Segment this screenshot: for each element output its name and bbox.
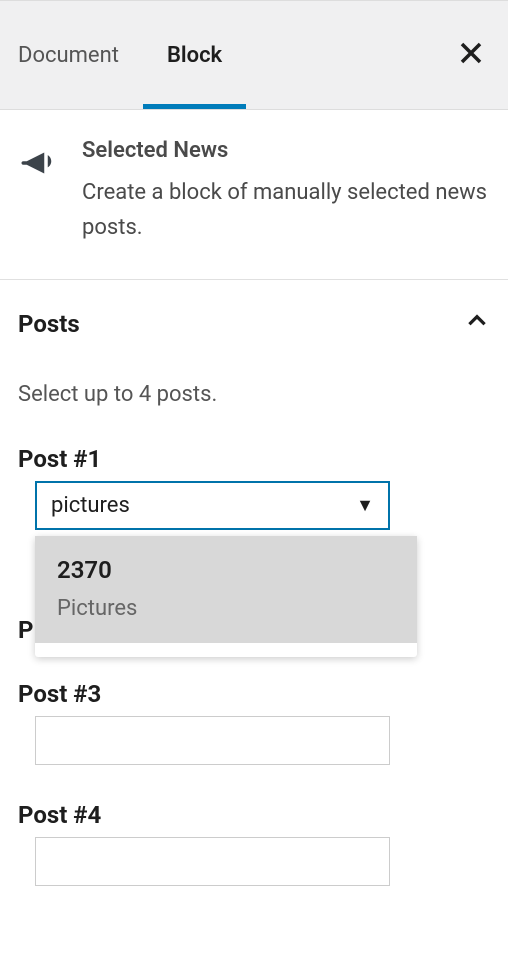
- panel-header-posts[interactable]: Posts: [0, 280, 508, 360]
- tab-block-label: Block: [167, 43, 222, 68]
- close-icon: [460, 37, 482, 72]
- post-field-1: Post #1 pictures ▼ 2370 Pictures: [18, 445, 490, 530]
- dropdown-caret-icon: ▼: [356, 495, 374, 516]
- post-3-select[interactable]: [35, 716, 390, 765]
- dropdown-option-id: 2370: [57, 556, 395, 584]
- block-description: Create a block of manually selected news…: [82, 175, 490, 245]
- panel-hint: Select up to 4 posts.: [18, 382, 490, 407]
- post-4-select[interactable]: [35, 837, 390, 886]
- tab-document[interactable]: Document: [18, 1, 143, 109]
- dropdown-option[interactable]: 2370 Pictures: [35, 536, 417, 643]
- post-4-label: Post #4: [18, 801, 490, 829]
- post-1-label: Post #1: [18, 445, 490, 473]
- post-1-select[interactable]: pictures ▼: [35, 481, 390, 530]
- tab-header: Document Block: [0, 0, 508, 110]
- autocomplete-dropdown: 2370 Pictures: [35, 536, 417, 657]
- block-title: Selected News: [82, 138, 490, 163]
- block-info-text: Selected News Create a block of manually…: [82, 138, 490, 245]
- megaphone-icon: [18, 142, 60, 245]
- close-button[interactable]: [452, 32, 490, 78]
- panel-body: Select up to 4 posts. Post #1 pictures ▼…: [0, 382, 508, 952]
- post-3-label: Post #3: [18, 680, 490, 708]
- tab-block[interactable]: Block: [143, 1, 246, 109]
- tab-document-label: Document: [18, 43, 119, 68]
- post-1-value: pictures: [51, 493, 130, 518]
- chevron-up-icon: [464, 308, 490, 340]
- panel-title: Posts: [18, 310, 80, 338]
- post-field-4: Post #4: [18, 801, 490, 886]
- block-info: Selected News Create a block of manually…: [0, 110, 508, 280]
- dropdown-option-label: Pictures: [57, 596, 395, 621]
- post-field-3: Post #3: [18, 680, 490, 765]
